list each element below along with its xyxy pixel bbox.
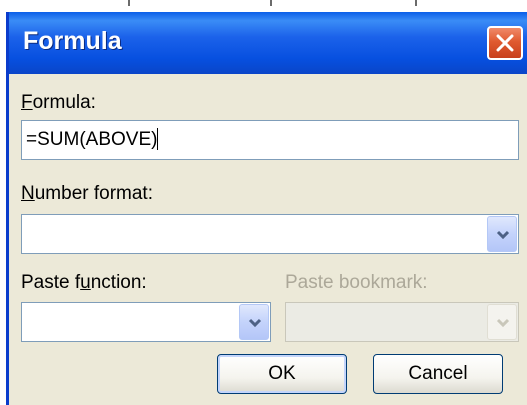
document-mark	[128, 0, 130, 6]
chevron-down-icon	[496, 318, 510, 328]
formula-label: Formula:	[21, 92, 96, 113]
paste-bookmark-dropdown-button	[487, 304, 517, 340]
paste-function-label: Paste function:	[21, 272, 147, 293]
close-button[interactable]	[487, 26, 523, 60]
number-format-combo[interactable]	[21, 214, 519, 254]
dialog-title: Formula	[23, 27, 122, 55]
formula-input[interactable]: =SUM(ABOVE)	[21, 120, 519, 160]
chevron-down-icon	[496, 230, 510, 240]
paste-function-combo[interactable]	[21, 302, 271, 342]
formula-value: =SUM(ABOVE)	[26, 128, 159, 150]
text-caret	[157, 128, 159, 150]
title-bar[interactable]: Formula	[9, 12, 527, 74]
number-format-label: Number format:	[21, 183, 153, 204]
paste-bookmark-combo	[285, 302, 519, 342]
paste-function-dropdown-button[interactable]	[239, 304, 269, 340]
document-mark	[270, 0, 272, 6]
ok-button[interactable]: OK	[217, 354, 347, 394]
number-format-dropdown-button[interactable]	[487, 216, 517, 252]
close-icon	[496, 34, 514, 52]
cancel-button[interactable]: Cancel	[373, 354, 503, 394]
formula-dialog: Formula Formula: =SUM(ABOVE) Number form…	[6, 12, 527, 405]
paste-bookmark-label: Paste bookmark:	[285, 272, 428, 293]
document-mark	[415, 0, 417, 6]
chevron-down-icon	[248, 318, 262, 328]
